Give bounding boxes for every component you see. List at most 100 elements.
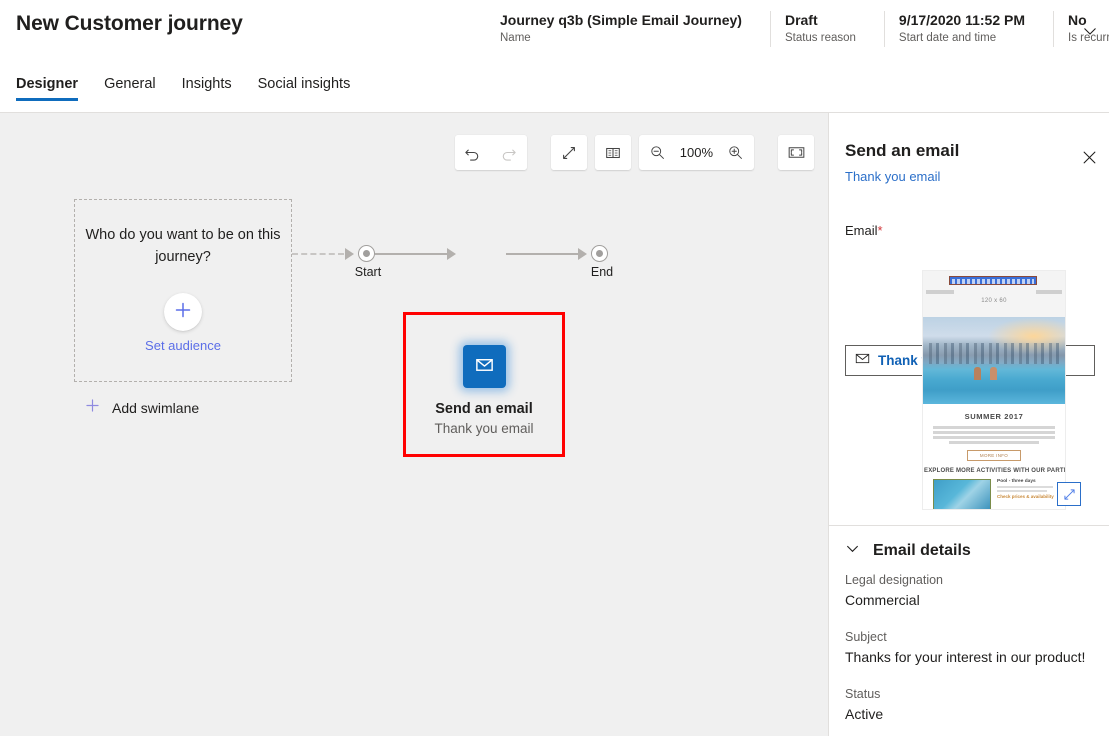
tab-social-insights[interactable]: Social insights	[258, 76, 351, 101]
preview-body: SUMMER 2017 MORE INFO EXPLORE MORE ACTIV…	[923, 404, 1065, 510]
detail-legal-designation: Legal designation Commercial	[845, 571, 943, 611]
summary-value: 9/17/2020 11:52 PM	[898, 12, 1026, 28]
end-node[interactable]	[591, 245, 608, 262]
zoom-in-icon	[728, 146, 742, 159]
preview-header: 120 x 60	[923, 271, 1065, 317]
summary-value: Draft	[784, 12, 818, 28]
preview-item-title: Pool - three days	[997, 478, 1036, 484]
plus-icon	[173, 300, 193, 325]
preview-item-image	[933, 478, 991, 509]
email-field-label: Email*	[845, 223, 883, 238]
undo-icon	[465, 149, 479, 161]
properties-panel: Send an email Thank you email Email* Tha…	[828, 113, 1109, 736]
expand-preview-button[interactable]	[1057, 482, 1081, 506]
expand-button-group	[550, 135, 587, 170]
tab-designer[interactable]: Designer	[16, 76, 79, 101]
detail-value: Thanks for your interest in our product!	[845, 649, 1086, 665]
zoom-out-button[interactable]	[642, 136, 673, 169]
panel-subtitle-link[interactable]: Thank you email	[845, 169, 940, 184]
add-swimlane-label: Add swimlane	[112, 400, 200, 416]
end-node-label: End	[590, 265, 614, 279]
summary-label: Name	[500, 32, 531, 44]
map-icon	[605, 147, 620, 158]
detail-value: Active	[845, 706, 884, 722]
set-audience-plus-button[interactable]	[164, 293, 202, 331]
page-title: New Customer journey	[16, 12, 243, 35]
email-details-section-toggle[interactable]: Email details	[845, 541, 971, 561]
minimap-button-group	[594, 135, 631, 170]
preview-header-left-text	[926, 290, 954, 294]
undo-button[interactable]	[454, 135, 491, 170]
chevron-down-icon[interactable]	[1079, 20, 1101, 42]
tile-title: Send an email	[435, 401, 533, 417]
plus-icon	[84, 397, 101, 419]
expand-diagonal-icon	[562, 146, 575, 159]
email-preview-thumbnail[interactable]: 120 x 60 SUMMER 2017 MORE INFO EXPLORE M…	[922, 270, 1066, 510]
arrow-head-to-start	[345, 248, 354, 260]
preview-body-text	[933, 426, 1055, 444]
panel-divider	[829, 525, 1109, 526]
summary-label: Status reason	[784, 32, 856, 44]
preview-item-offer: Check prices & availability	[997, 493, 1054, 499]
arrow-head-to-tile	[447, 248, 456, 260]
tile-subtitle: Thank you email	[434, 421, 534, 436]
envelope-icon	[474, 354, 495, 380]
summary-label: Start date and time	[898, 32, 997, 44]
canvas-toolbar: 100%	[454, 135, 814, 170]
redo-button[interactable]	[490, 135, 527, 170]
summary-field-name: Journey q3b (Simple Email Journey) Name	[500, 11, 756, 47]
fit-screen-icon	[788, 147, 804, 158]
preview-cta-button: MORE INFO	[967, 449, 1021, 461]
preview-item-line	[997, 485, 1053, 488]
arrow-head-to-end	[578, 248, 587, 260]
preview-dimension-text: 120 x 60	[981, 298, 1007, 304]
detail-value: Commercial	[845, 592, 920, 608]
page-header: New Customer journey Journey q3b (Simple…	[0, 0, 1109, 113]
minimap-button[interactable]	[594, 135, 631, 170]
detail-label: Subject	[845, 630, 887, 644]
expand-canvas-button[interactable]	[550, 135, 587, 170]
preview-heading: SUMMER 2017	[964, 412, 1024, 421]
tab-general[interactable]: General	[104, 76, 156, 101]
tab-insights[interactable]: Insights	[182, 76, 232, 101]
close-icon[interactable]	[1077, 145, 1101, 169]
swimlane-question: Who do you want to be on this journey?	[85, 227, 281, 265]
swimlane-audience[interactable]: Who do you want to be on this journey? S…	[74, 199, 292, 382]
tab-bar: Designer General Insights Social insight…	[16, 76, 350, 101]
preview-selected-banner	[949, 276, 1037, 285]
fit-to-screen-button[interactable]	[778, 135, 814, 170]
set-audience-link[interactable]: Set audience	[75, 338, 291, 353]
zoom-control-group: 100%	[638, 135, 754, 170]
detail-label: Status	[845, 687, 881, 701]
panel-title: Send an email	[845, 141, 960, 160]
email-details-title: Email details	[873, 542, 971, 559]
detail-status: Status Active	[845, 685, 883, 725]
preview-header-right-text	[1036, 290, 1062, 294]
zoom-in-button[interactable]	[720, 136, 750, 169]
journey-designer-app: New Customer journey Journey q3b (Simple…	[0, 0, 1109, 736]
preview-item-meta: Pool - three days Check prices & availab…	[997, 478, 1055, 510]
connector-dashed-to-start	[292, 253, 344, 255]
summary-field-status-reason: Draft Status reason	[769, 11, 870, 47]
preview-hero-image	[923, 317, 1065, 404]
history-button-group	[454, 135, 527, 170]
zoom-out-icon	[651, 146, 665, 159]
required-asterisk: *	[877, 223, 883, 238]
record-summary: Journey q3b (Simple Email Journey) Name …	[500, 11, 1109, 55]
redo-icon	[502, 149, 516, 161]
preview-item-line	[997, 489, 1047, 492]
fit-button-group	[778, 135, 814, 170]
journey-canvas[interactable]: 100% Who do you want to be on this journ…	[0, 113, 828, 736]
email-field-label-text: Email	[845, 223, 878, 238]
preview-item-row: Pool - three days Check prices & availab…	[933, 478, 1055, 510]
detail-label: Legal designation	[845, 573, 943, 587]
summary-value: Journey q3b (Simple Email Journey)	[500, 12, 742, 28]
envelope-icon	[855, 351, 870, 371]
connector-start-to-tile	[375, 253, 447, 255]
zoom-level-value[interactable]: 100%	[673, 145, 720, 160]
start-node[interactable]	[358, 245, 375, 262]
preview-cta-label: MORE INFO	[979, 452, 1009, 458]
send-email-tile[interactable]	[463, 345, 506, 388]
add-swimlane-button[interactable]: Add swimlane	[84, 397, 199, 419]
chevron-down-icon	[845, 541, 860, 561]
